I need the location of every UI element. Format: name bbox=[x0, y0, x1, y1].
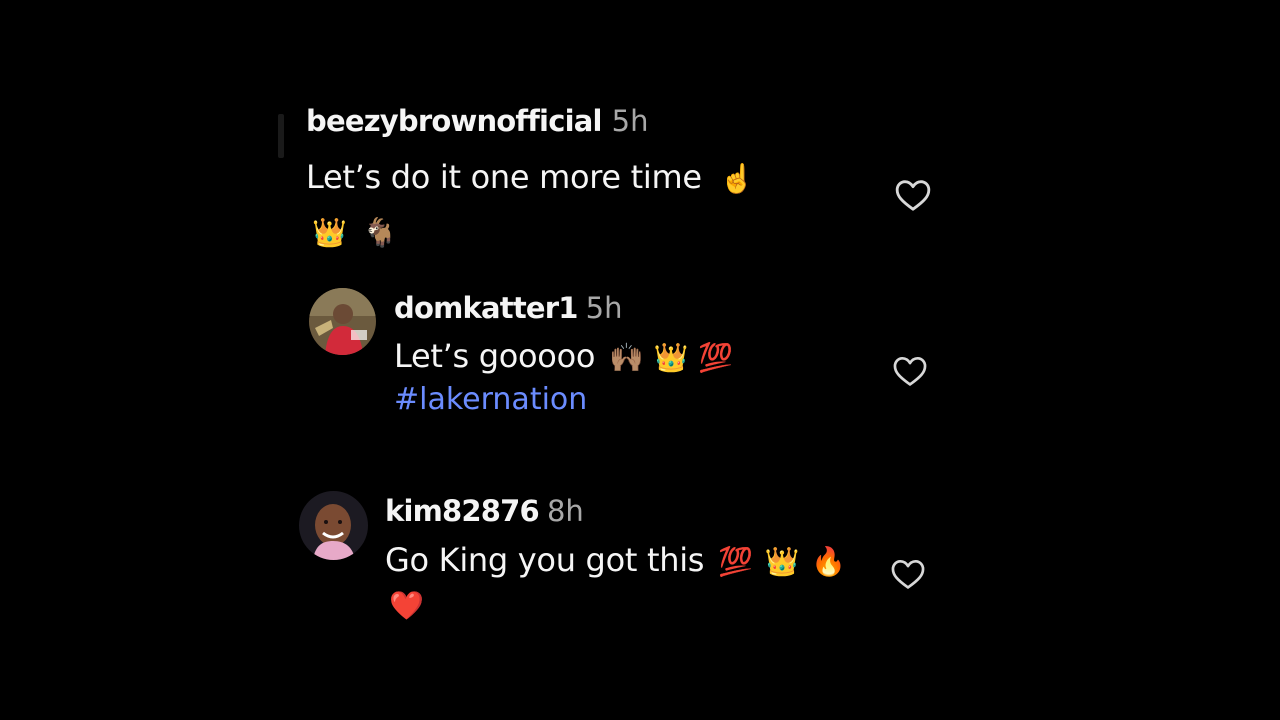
goat-emoji: 🐐 bbox=[362, 216, 398, 249]
comment-text: Let’s do it one more time ☝️ bbox=[306, 156, 755, 200]
comment-username[interactable]: kim82876 bbox=[385, 494, 540, 528]
emoji: ☝️ bbox=[719, 162, 755, 195]
comment-meta: beezybrownofficial 5h bbox=[306, 103, 754, 144]
raised-hands-emoji: 🙌🏽 bbox=[609, 341, 644, 374]
avatar[interactable] bbox=[299, 491, 368, 560]
heart-outline-icon[interactable] bbox=[893, 175, 933, 215]
comment-meta: kim82876 8h bbox=[385, 493, 846, 534]
fire-emoji: 🔥 bbox=[811, 545, 846, 578]
scroll-edge bbox=[278, 114, 284, 158]
comments-panel: beezybrownofficial 5h Let’s do it one mor… bbox=[0, 0, 1280, 720]
comment-text: Go King you got this 💯 👑 🔥 bbox=[385, 539, 846, 583]
hundred-emoji: 💯 bbox=[698, 341, 733, 374]
comment-emoji-line: ❤️ bbox=[385, 583, 846, 627]
comment-body: Go King you got this bbox=[385, 541, 705, 579]
comment-timestamp[interactable]: 8h bbox=[547, 494, 584, 528]
hashtag-link[interactable]: #lakernation bbox=[394, 379, 733, 421]
comment-username[interactable]: beezybrownofficial bbox=[306, 104, 602, 138]
comment-item: beezybrownofficial 5h Let’s do it one mor… bbox=[306, 103, 755, 254]
comment-item: kim82876 8h Go King you got this 💯 👑 🔥 ❤️ bbox=[385, 493, 846, 627]
comment-body: Let’s gooooo bbox=[394, 337, 596, 375]
comment-body: Let’s do it one more time bbox=[306, 158, 702, 196]
heart-outline-icon[interactable] bbox=[889, 555, 927, 593]
hundred-emoji: 💯 bbox=[718, 545, 753, 578]
heart-outline-icon[interactable] bbox=[891, 352, 929, 390]
avatar[interactable] bbox=[309, 288, 376, 355]
comment-username[interactable]: domkatter1 bbox=[394, 291, 578, 325]
comment-meta: domkatter1 5h bbox=[394, 290, 733, 331]
comment-timestamp[interactable]: 5h bbox=[586, 291, 623, 325]
heart-emoji: ❤️ bbox=[389, 589, 424, 622]
comment-emoji-line: 👑 🐐 bbox=[306, 210, 754, 254]
crown-emoji: 👑 bbox=[312, 216, 347, 249]
comment-text: Let’s gooooo 🙌🏽 👑 💯 bbox=[394, 335, 733, 379]
comment-item: domkatter1 5h Let’s gooooo 🙌🏽 👑 💯 #lakernati… bbox=[394, 290, 733, 421]
comment-timestamp[interactable]: 5h bbox=[612, 104, 649, 138]
crown-emoji: 👑 bbox=[764, 545, 800, 578]
crown-emoji: 👑 bbox=[653, 341, 689, 374]
